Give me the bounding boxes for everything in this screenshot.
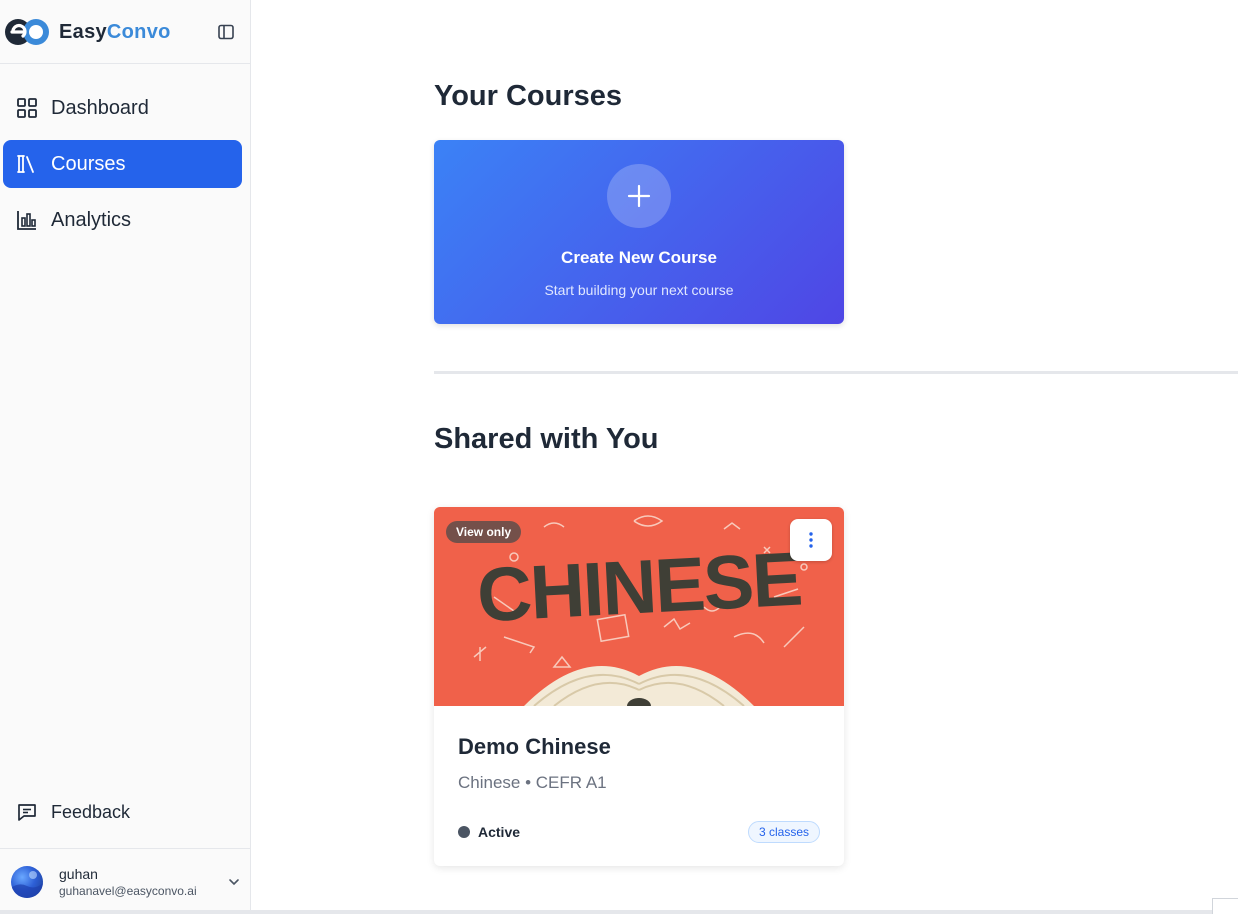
brand-header: EasyConvo [0,0,250,64]
feedback-label: Feedback [51,801,131,822]
chevron-down-icon[interactable] [226,874,242,890]
sidebar-item-dashboard[interactable]: Dashboard [3,84,242,132]
section-divider [434,371,1238,374]
course-cover-image: CHINESE View only [434,507,844,706]
main-content: Your Courses Create New Course Start bui… [251,0,1238,914]
easyconvo-logo-icon [5,19,49,45]
feedback-button[interactable]: Feedback [3,788,242,836]
corner-widget [1212,898,1238,914]
user-menu[interactable]: guhan guhanavel@easyconvo.ai [0,848,250,914]
message-square-icon [16,801,38,823]
brand-name: EasyConvo [59,21,171,44]
course-title: Demo Chinese [458,734,611,759]
classes-count-badge: 3 classes [748,821,821,843]
user-name: guhan [59,866,98,882]
course-meta: Chinese • CEFR A1 [458,773,607,792]
avatar [11,866,43,898]
brand-name-part1: Easy [59,21,107,43]
course-cover-text: CHINESE [475,537,803,639]
status-label: Active [478,824,521,840]
view-only-badge: View only [446,521,522,543]
more-options-button[interactable] [790,519,832,561]
sidebar-item-analytics[interactable]: Analytics [3,196,242,244]
sidebar: EasyConvo Dashboard Courses Analytics Fe… [0,0,251,914]
create-course-title: Create New Course [561,248,717,267]
create-course-card[interactable]: Create New Course Start building your ne… [434,140,844,324]
sidebar-nav: Dashboard Courses Analytics [3,84,242,252]
bar-chart-icon [16,209,38,231]
shared-with-you-title: Shared with You [434,423,659,455]
books-icon [16,153,38,175]
sidebar-item-label: Analytics [51,208,132,231]
create-course-subtitle: Start building your next course [544,282,734,298]
sidebar-item-courses[interactable]: Courses [3,140,242,188]
dashboard-grid-icon [16,97,38,119]
status-dot-icon [458,826,470,838]
sidebar-item-label: Dashboard [51,96,149,119]
plus-icon [607,164,671,228]
your-courses-title: Your Courses [434,80,623,112]
bottom-border [0,910,1238,914]
user-email: guhanavel@easyconvo.ai [59,884,197,898]
sidebar-toggle-icon[interactable] [216,22,236,42]
brand-name-part2: Convo [106,21,171,43]
sidebar-item-label: Courses [51,152,126,175]
more-vertical-icon [809,532,813,548]
course-card[interactable]: CHINESE View only Demo Chinese Chinese •… [434,507,844,866]
status-indicator: Active [458,824,520,840]
